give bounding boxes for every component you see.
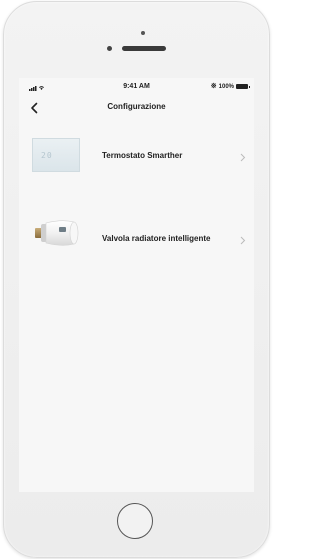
front-camera: [141, 31, 145, 35]
battery-percent: 100%: [218, 83, 234, 90]
bluetooth-icon: ※: [210, 83, 217, 90]
navigation-bar: Configurazione: [19, 98, 254, 120]
app-screen: 9:41 AM ※ 100% Configurazione 20 Termost…: [19, 78, 254, 492]
radiator-valve-thumbnail: [35, 220, 79, 246]
list-item-radiator-valve[interactable]: Valvola radiatore intelligente: [19, 209, 254, 259]
list-item-label: Valvola radiatore intelligente: [102, 234, 211, 243]
earpiece-speaker: [122, 46, 166, 51]
battery-full-icon: [236, 84, 250, 89]
chevron-right-icon: [240, 153, 246, 162]
list-item-thermostat[interactable]: 20 Termostato Smarther: [19, 132, 254, 182]
chevron-right-icon: [240, 236, 246, 245]
battery-status: ※ 100%: [210, 83, 250, 90]
thermostat-thumbnail: 20: [32, 138, 80, 172]
status-bar: 9:41 AM ※ 100%: [19, 78, 254, 98]
thermostat-display: 20: [41, 151, 53, 160]
list-item-label: Termostato Smarther: [102, 151, 183, 160]
proximity-sensor: [107, 46, 112, 51]
page-title: Configurazione: [107, 102, 166, 111]
home-button[interactable]: [117, 503, 153, 539]
